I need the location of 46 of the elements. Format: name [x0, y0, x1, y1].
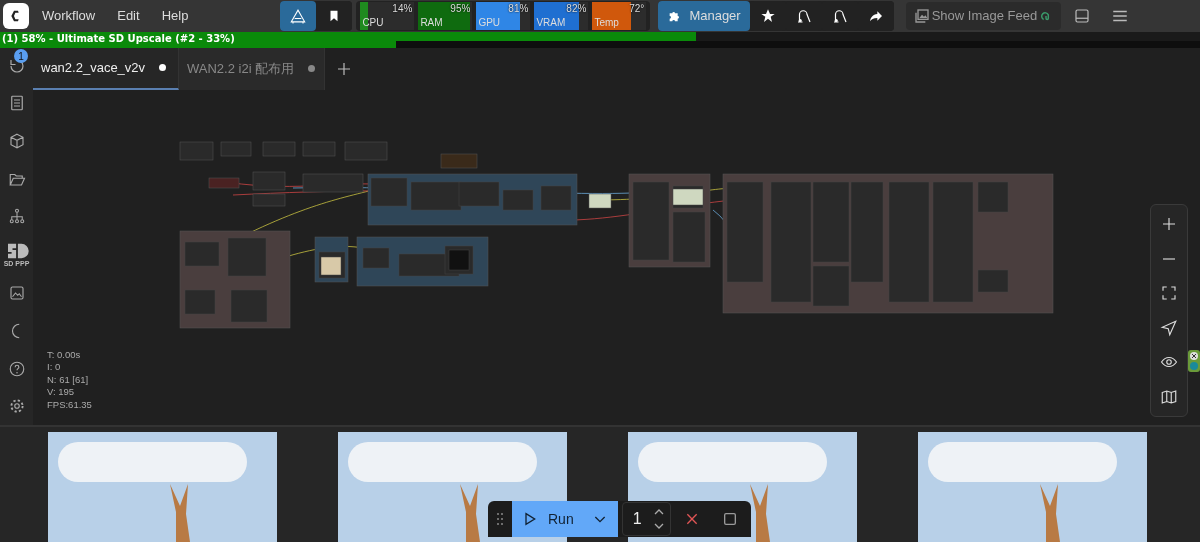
graph-node[interactable]	[302, 173, 364, 193]
meter-reading: 95%	[450, 2, 471, 14]
graph-node[interactable]	[208, 177, 240, 189]
manager-button[interactable]: Manager	[658, 0, 750, 31]
canvas-stat: I: 0	[47, 361, 62, 374]
app-logo-icon[interactable]	[3, 2, 29, 29]
canvas-stat: T: 0.00s	[47, 348, 82, 361]
workflow-tab[interactable]: wan2.2_vace_v2v	[33, 47, 179, 90]
node-group[interactable]	[314, 236, 349, 283]
meter-reading: 14%	[392, 2, 413, 14]
menu-item[interactable]: Edit	[108, 4, 149, 28]
graph-node[interactable]	[588, 193, 612, 209]
graph-node[interactable]	[262, 141, 296, 157]
progress-text: (1) 58% - Ultimate SD Upscale (#2 - 33%)	[2, 32, 235, 44]
menu-item[interactable]: Workflow	[33, 4, 105, 28]
menu-item[interactable]: Help	[152, 4, 198, 28]
graph-node[interactable]	[344, 141, 388, 161]
meter-label: Temp	[594, 16, 619, 28]
images-icon	[913, 7, 930, 24]
canvas-stat: FPS:61.35	[47, 398, 92, 411]
meter-label: CPU	[362, 16, 384, 28]
meter-label: GPU	[478, 16, 501, 28]
play-icon	[522, 511, 538, 527]
graph-node[interactable]	[302, 141, 336, 157]
node-group[interactable]	[628, 173, 711, 268]
graph-node[interactable]	[252, 193, 286, 207]
batch-count-field[interactable]: 1	[621, 502, 671, 536]
stepper-icon[interactable]	[653, 507, 664, 531]
node-group[interactable]	[179, 230, 291, 329]
graph-node[interactable]	[220, 141, 252, 157]
meter-label: RAM	[420, 16, 443, 28]
graph-node[interactable]	[179, 141, 214, 161]
close-toggle-icon[interactable]	[1188, 350, 1200, 372]
meter-label: VRAM	[536, 16, 566, 28]
run-button[interactable]: Run	[512, 501, 618, 537]
queue-count-badge: 1	[14, 49, 28, 63]
node-group[interactable]	[356, 236, 489, 287]
queue-history-button[interactable]: 1	[0, 47, 33, 85]
canvas-stat: N: 61 [61]	[47, 373, 90, 386]
graph-node[interactable]	[252, 171, 286, 191]
show-image-feed-button[interactable]: Show Image Feed	[905, 1, 1062, 30]
workflow-tab[interactable]: WAN2.2 i2i 配布用	[179, 47, 325, 90]
node-group[interactable]	[367, 173, 578, 226]
graph-node[interactable]	[440, 153, 478, 169]
node-group[interactable]	[722, 173, 1054, 314]
canvas-stat: V: 195	[47, 386, 76, 399]
